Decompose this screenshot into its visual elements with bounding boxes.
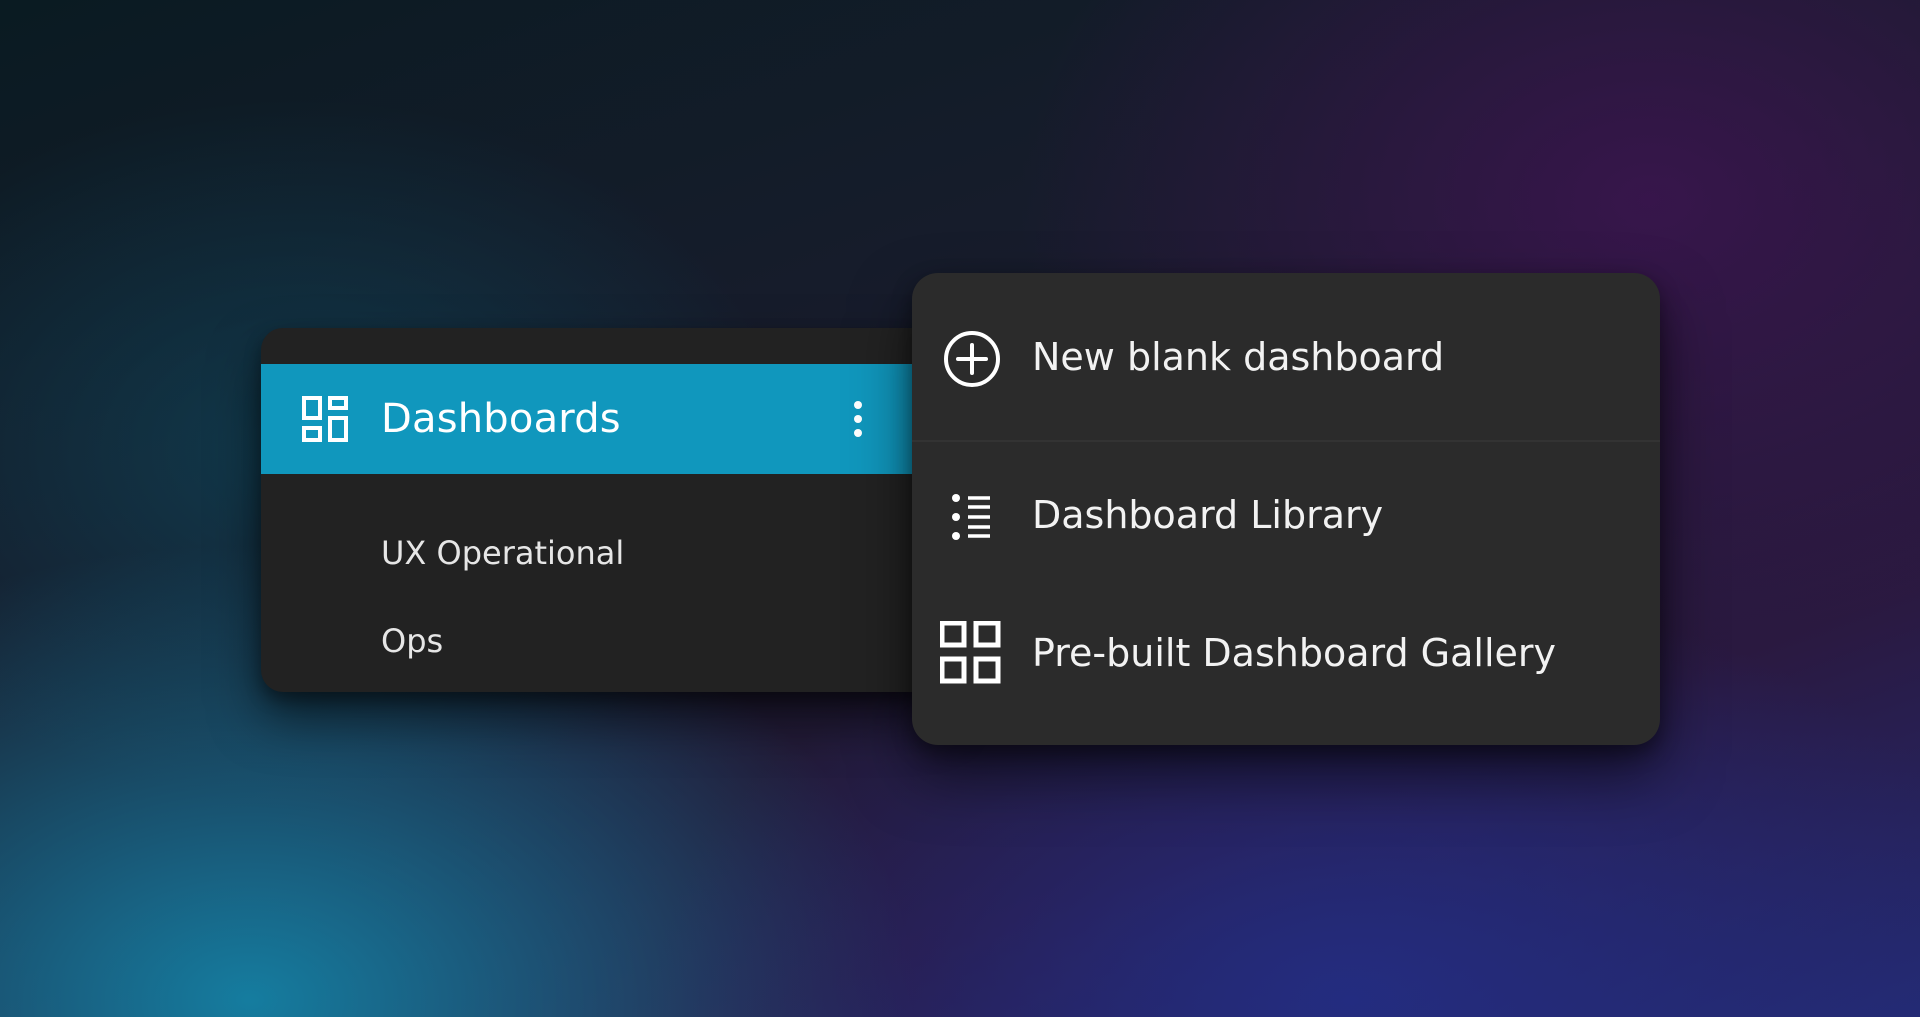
dashboards-nav-panel: Dashboards UX Operational Ops: [261, 328, 941, 692]
menu-item-new-blank-dashboard[interactable]: New blank dashboard: [912, 311, 1660, 407]
more-vertical-icon[interactable]: [834, 395, 882, 443]
menu-item-label: New blank dashboard: [1032, 335, 1445, 379]
menu-item-label: Pre-built Dashboard Gallery: [1032, 631, 1557, 675]
nav-item-ops[interactable]: Ops: [381, 622, 443, 660]
menu-item-label: Dashboard Library: [1032, 493, 1384, 537]
menu-item-dashboard-library[interactable]: Dashboard Library: [912, 469, 1660, 565]
dashboards-nav-header[interactable]: Dashboards: [261, 364, 941, 474]
list-icon: [952, 494, 990, 540]
dashboard-icon: [302, 396, 348, 442]
add-circle-icon: [944, 331, 1000, 387]
kebab-dot: [854, 401, 862, 409]
menu-item-prebuilt-gallery[interactable]: Pre-built Dashboard Gallery: [912, 607, 1660, 703]
dashboards-nav-label: Dashboards: [381, 396, 621, 442]
kebab-dot: [854, 429, 862, 437]
kebab-dot: [854, 415, 862, 423]
grid-icon: [940, 621, 1001, 684]
menu-divider: [912, 440, 1660, 442]
dashboards-context-menu: New blank dashboard Dashboard Library Pr…: [912, 273, 1660, 745]
nav-item-ux-operational[interactable]: UX Operational: [381, 534, 624, 572]
